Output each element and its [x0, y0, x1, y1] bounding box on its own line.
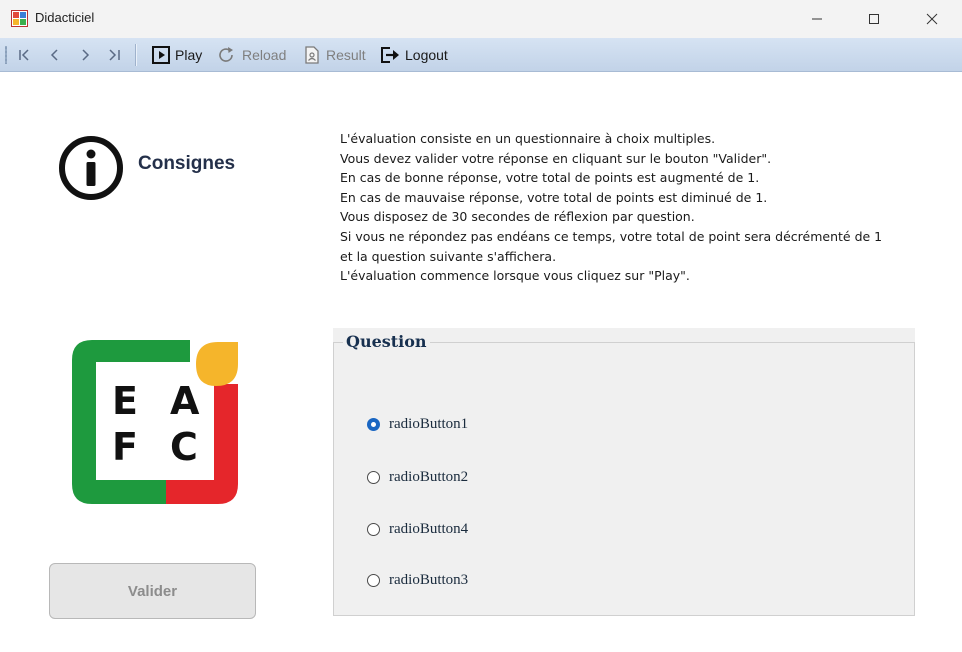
instruction-line: L'évaluation commence lorsque vous cliqu… — [340, 268, 690, 284]
logo-letter-c: C — [170, 425, 198, 469]
radio-label: radioButton2 — [389, 468, 469, 485]
toolbar-separator — [135, 44, 137, 66]
radio-checked-icon[interactable] — [367, 417, 380, 431]
logo-letter-f: F — [112, 425, 138, 469]
logo-letter-a: A — [170, 379, 200, 423]
nav-next-button[interactable] — [76, 42, 96, 67]
valider-button[interactable]: Valider — [49, 563, 256, 619]
radio-option-3[interactable]: radioButton4 — [367, 519, 468, 539]
result-label: Result — [326, 46, 366, 63]
radio-unchecked-icon[interactable] — [367, 573, 380, 587]
reload-button[interactable]: Reload — [216, 42, 286, 67]
minimize-icon — [812, 18, 822, 20]
app-icon — [11, 10, 28, 27]
logo-letter-e: E — [112, 379, 138, 423]
play-button[interactable]: Play — [151, 42, 202, 67]
radio-label: radioButton3 — [389, 571, 469, 588]
radio-option-1[interactable]: radioButton1 — [367, 414, 468, 434]
nav-last-icon — [109, 48, 120, 61]
result-document-icon — [305, 45, 319, 64]
reload-label: Reload — [242, 46, 287, 63]
consignes-title: Consignes — [138, 153, 236, 174]
nav-next-icon — [82, 48, 90, 61]
maximize-button[interactable] — [851, 0, 897, 38]
instruction-line: En cas de bonne réponse, votre total de … — [340, 170, 760, 186]
nav-prev-button[interactable] — [44, 42, 64, 67]
logout-button[interactable]: Logout — [379, 42, 448, 67]
radio-unchecked-icon[interactable] — [367, 522, 380, 536]
title-bar: Didacticiel — [0, 0, 962, 38]
radio-label: radioButton4 — [389, 520, 469, 537]
instructions-text: L'évaluation consiste en un questionnair… — [340, 129, 940, 286]
nav-first-button[interactable] — [14, 42, 34, 67]
eafc-logo: E A F C — [72, 340, 238, 504]
instruction-line: L'évaluation consiste en un questionnair… — [340, 131, 716, 146]
close-icon — [926, 13, 938, 25]
minimize-button[interactable] — [794, 0, 840, 38]
window-title: Didacticiel — [35, 10, 95, 25]
play-icon — [152, 45, 170, 64]
instruction-line: En cas de mauvaise réponse, votre total … — [340, 189, 768, 205]
nav-prev-icon — [50, 48, 58, 61]
play-label: Play — [175, 46, 203, 63]
close-button[interactable] — [909, 0, 955, 38]
instruction-line: Vous devez valider votre réponse en cliq… — [340, 150, 772, 166]
info-icon — [59, 136, 123, 200]
nav-first-icon — [19, 48, 29, 61]
main-window: Didacticiel Play Reload Result Logout Co… — [0, 0, 962, 652]
instruction-line: Si vous ne répondez pas endéans ce temps… — [340, 228, 883, 244]
radio-option-4[interactable]: radioButton3 — [367, 570, 468, 590]
logout-label: Logout — [405, 46, 448, 63]
instruction-line: et la question suivante s'affichera. — [340, 248, 557, 264]
question-title: Question — [343, 332, 430, 351]
radio-unchecked-icon[interactable] — [367, 470, 380, 484]
toolbar: Play Reload Result Logout — [0, 38, 962, 72]
maximize-icon — [869, 14, 879, 24]
radio-label: radioButton1 — [389, 415, 469, 432]
nav-last-button[interactable] — [104, 42, 126, 67]
logout-icon — [381, 46, 399, 63]
question-groupbox: Question radioButton1 radioButton2 radio… — [333, 328, 915, 616]
result-button[interactable]: Result — [302, 42, 366, 67]
radio-option-2[interactable]: radioButton2 — [367, 467, 468, 487]
toolbar-grip[interactable] — [5, 46, 7, 64]
instruction-line: Vous disposez de 30 secondes de réflexio… — [340, 209, 695, 225]
reload-icon — [219, 46, 233, 62]
